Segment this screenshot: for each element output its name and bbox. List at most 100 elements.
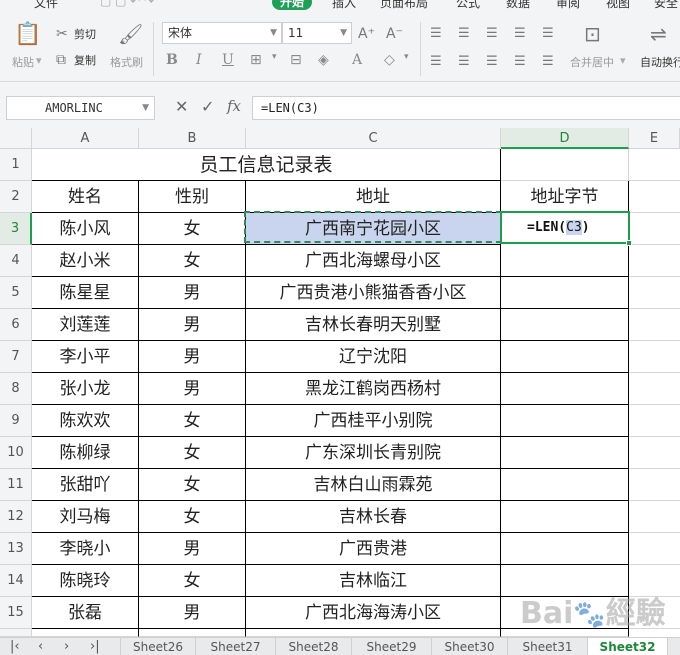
distribute-icon[interactable]: ☰ [542, 54, 554, 70]
row-header[interactable]: 5 [0, 277, 32, 309]
tab-view[interactable]: 视图 [606, 0, 630, 11]
cell-e[interactable] [629, 213, 680, 245]
bytes-cell[interactable] [501, 405, 629, 437]
cell-e[interactable] [629, 405, 680, 437]
column-header-a[interactable]: A [32, 128, 139, 149]
header-cell-address[interactable]: 地址 [246, 181, 501, 213]
column-header-b[interactable]: B [139, 128, 246, 149]
gender-cell[interactable]: 女 [139, 405, 246, 437]
row-header[interactable]: 1 [0, 149, 32, 181]
active-cell-d3[interactable]: =LEN(C3) [500, 211, 630, 244]
gender-cell[interactable]: 女 [139, 469, 246, 501]
bytes-cell[interactable] [501, 437, 629, 469]
merge-center-button[interactable]: 合并居中 [570, 54, 614, 70]
name-cell[interactable]: 陈柳绿 [32, 437, 139, 469]
cell-e[interactable] [629, 245, 680, 277]
gender-cell[interactable]: 女 [139, 213, 246, 245]
address-cell[interactable]: 吉林白山雨霖苑 [246, 469, 501, 501]
header-cell-address-bytes[interactable]: 地址字节 [501, 181, 629, 213]
font-color-icon[interactable]: A [352, 52, 362, 68]
insert-function-button[interactable]: fx [227, 97, 241, 115]
tab-security[interactable]: 安全 [654, 0, 678, 11]
column-header-e[interactable]: E [629, 128, 680, 149]
row-header[interactable]: 8 [0, 373, 32, 405]
eraser-icon[interactable]: ◇ [384, 52, 395, 68]
address-cell[interactable]: 黑龙江鹤岗西杨村 [246, 373, 501, 405]
name-box[interactable]: AMORLINC ▼ [6, 96, 155, 120]
address-cell[interactable] [246, 629, 501, 637]
sheet-tab[interactable]: Sheet30 [432, 638, 508, 655]
quick-access-icons[interactable]: ▢ ▢ ↶ ↷ [100, 0, 154, 8]
bytes-cell[interactable] [501, 629, 629, 637]
paste-dropdown-icon[interactable]: ▾ [36, 54, 42, 67]
sheet-tab[interactable]: Sheet26 [120, 638, 196, 655]
bold-icon[interactable]: B [166, 52, 178, 68]
name-cell[interactable]: 张磊 [32, 597, 139, 629]
cell-e2[interactable] [629, 181, 680, 213]
align-bottom-icon[interactable]: ☰ [486, 26, 498, 42]
address-cell[interactable]: 广西贵港小熊猫香香小区 [246, 277, 501, 309]
address-cell[interactable]: 吉林临江 [246, 565, 501, 597]
name-cell[interactable]: 陈星星 [32, 277, 139, 309]
tab-data[interactable]: 数据 [506, 0, 530, 11]
row-header[interactable]: 10 [0, 437, 32, 469]
formula-input[interactable]: =LEN(C3) [252, 96, 680, 120]
align-top-icon[interactable]: ☰ [430, 26, 442, 42]
cell-e1[interactable] [629, 149, 680, 181]
cell-e[interactable] [629, 533, 680, 565]
bytes-cell[interactable] [501, 373, 629, 405]
cell-e[interactable] [629, 597, 680, 629]
eraser-dropdown-icon[interactable]: ▾ [404, 52, 409, 62]
tab-page-layout[interactable]: 页面布局 [380, 0, 428, 11]
row-header[interactable]: 15 [0, 597, 32, 629]
cell-e[interactable] [629, 469, 680, 501]
paste-button[interactable]: 粘贴 [12, 54, 34, 70]
name-cell[interactable]: 陈小风 [32, 213, 139, 245]
address-cell[interactable]: 广西北海海涛小区 [246, 597, 501, 629]
sheet-title-cell[interactable]: 员工信息记录表 [32, 149, 501, 181]
bytes-cell[interactable] [501, 597, 629, 629]
copy-icon[interactable]: ⧉ [56, 52, 66, 68]
italic-icon[interactable]: I [196, 52, 202, 68]
scissors-icon[interactable]: ✂ [56, 26, 68, 42]
font-name-select[interactable]: 宋体 ▼ [162, 22, 282, 44]
address-cell[interactable]: 吉林长春 [246, 501, 501, 533]
row-header[interactable]: 4 [0, 245, 32, 277]
bytes-cell[interactable] [501, 309, 629, 341]
merge-center-icon[interactable]: ⊡ [584, 24, 601, 44]
name-cell[interactable]: 张甜吖 [32, 469, 139, 501]
prev-sheet-icon[interactable]: ‹ [38, 638, 43, 655]
address-cell[interactable]: 广西桂平小别院 [246, 405, 501, 437]
justify-icon[interactable]: ☰ [514, 54, 526, 70]
cell-d1[interactable] [501, 149, 629, 181]
sheet-tab[interactable]: Sheet28 [276, 638, 352, 655]
row-header[interactable]: 9 [0, 405, 32, 437]
cell-e[interactable] [629, 341, 680, 373]
next-sheet-icon[interactable]: › [64, 638, 69, 655]
bytes-cell[interactable] [501, 501, 629, 533]
paste-icon[interactable]: 📋 [14, 24, 41, 46]
outdent-icon[interactable]: ☰ [542, 26, 554, 42]
name-cell[interactable]: 刘马梅 [32, 501, 139, 533]
row-header[interactable]: 2 [0, 181, 32, 213]
merge-dropdown-icon[interactable]: ▾ [620, 54, 626, 67]
cell-e[interactable] [629, 373, 680, 405]
address-cell[interactable]: 广西贵港 [246, 533, 501, 565]
name-cell[interactable]: 李晓小 [32, 533, 139, 565]
row-header[interactable]: 3 [0, 213, 32, 245]
address-cell[interactable]: 吉林长春明天别墅 [246, 309, 501, 341]
address-cell[interactable]: 广西南宁花园小区 [246, 213, 501, 245]
gender-cell[interactable]: 女 [139, 245, 246, 277]
gender-cell[interactable]: 女 [139, 501, 246, 533]
cell-e[interactable] [629, 565, 680, 597]
address-cell[interactable]: 广东深圳长青别院 [246, 437, 501, 469]
tab-home[interactable]: 开始 [272, 0, 313, 10]
bytes-cell[interactable] [501, 245, 629, 277]
sheet-tab[interactable]: Sheet27 [196, 638, 276, 655]
fill-color-icon[interactable]: ◈ [318, 52, 329, 68]
cell-e[interactable] [629, 437, 680, 469]
name-cell[interactable]: 陈欢欢 [32, 405, 139, 437]
copy-button[interactable]: 复制 [74, 52, 96, 68]
gender-cell[interactable]: 女 [139, 565, 246, 597]
column-header-d[interactable]: D [501, 128, 629, 149]
